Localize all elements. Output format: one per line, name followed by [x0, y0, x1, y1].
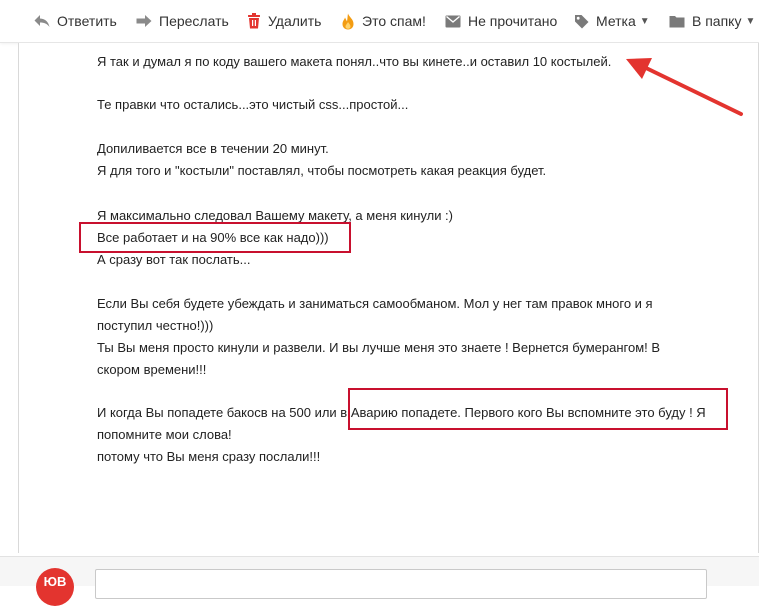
- quick-reply-input[interactable]: [95, 569, 707, 599]
- annotation-arrow: [626, 58, 743, 116]
- avatar: ЮВ: [36, 568, 74, 606]
